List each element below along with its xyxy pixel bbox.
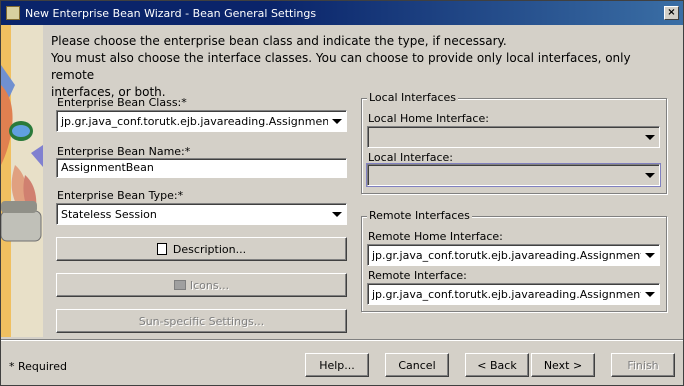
description-button-label: Description... [172, 242, 247, 256]
required-note: * Required [9, 360, 67, 373]
sun-specific-settings-label: Sun-specific Settings... [138, 314, 265, 328]
finish-button[interactable]: Finish [611, 353, 675, 377]
description-button[interactable]: Description... [56, 237, 347, 261]
bean-class-combo[interactable]: jp.gr.java_conf.torutk.ejb.javareading.A… [56, 110, 347, 132]
remote-interface-label: Remote Interface: [368, 269, 467, 282]
close-button[interactable]: × [664, 6, 679, 20]
wizard-window: New Enterprise Bean Wizard - Bean Genera… [0, 0, 684, 386]
back-button[interactable]: < Back [465, 353, 529, 377]
cancel-button[interactable]: Cancel [385, 353, 449, 377]
chevron-down-icon[interactable] [641, 285, 659, 303]
remote-interface-combo[interactable]: jp.gr.java_conf.torutk.ejb.javareading.A… [367, 283, 660, 305]
bean-type-value: Stateless Session [61, 207, 157, 221]
bean-name-field[interactable]: AssignmentBean [56, 158, 347, 178]
instructions-text: Please choose the enterprise bean class … [51, 33, 671, 101]
instructions-line-2: You must also choose the interface class… [51, 51, 631, 82]
back-button-label: < Back [477, 358, 517, 372]
app-icon [6, 6, 20, 20]
remote-interfaces-legend: Remote Interfaces [367, 209, 472, 222]
chevron-down-icon[interactable] [641, 166, 659, 184]
local-interfaces-legend: Local Interfaces [367, 91, 458, 104]
local-home-interface-combo[interactable] [367, 126, 660, 148]
bean-type-combo[interactable]: Stateless Session [56, 203, 347, 225]
remote-home-interface-value: jp.gr.java_conf.torutk.ejb.javareading.A… [372, 248, 641, 262]
local-interface-combo[interactable] [366, 163, 661, 187]
folder-icon [173, 280, 186, 290]
remote-home-interface-label: Remote Home Interface: [368, 230, 503, 243]
icons-button-label: Icons... [189, 278, 230, 292]
document-icon [156, 243, 167, 255]
wizard-illustration [1, 25, 43, 337]
footer-divider [1, 339, 683, 341]
bean-name-label: Enterprise Bean Name:* [57, 145, 191, 158]
local-interface-label: Local Interface: [368, 151, 453, 164]
finish-button-label: Finish [627, 358, 659, 372]
bean-class-value: jp.gr.java_conf.torutk.ejb.javareading.A… [61, 114, 328, 128]
help-button[interactable]: Help... [305, 353, 369, 377]
bean-class-label: Enterprise Bean Class:* [57, 96, 187, 109]
next-button-label: Next > [543, 358, 583, 372]
remote-interface-value: jp.gr.java_conf.torutk.ejb.javareading.A… [372, 287, 641, 301]
remote-home-interface-combo[interactable]: jp.gr.java_conf.torutk.ejb.javareading.A… [367, 244, 660, 266]
title-bar: New Enterprise Bean Wizard - Bean Genera… [1, 1, 683, 25]
help-button-label: Help... [319, 358, 355, 372]
cancel-button-label: Cancel [398, 358, 436, 372]
wizard-side-graphic [1, 25, 43, 337]
icons-button[interactable]: Icons... [56, 273, 347, 297]
sun-specific-settings-button[interactable]: Sun-specific Settings... [56, 309, 347, 333]
next-button[interactable]: Next > [531, 353, 595, 377]
local-home-interface-label: Local Home Interface: [368, 112, 489, 125]
chevron-down-icon[interactable] [641, 128, 659, 146]
bean-type-label: Enterprise Bean Type:* [57, 189, 184, 202]
window-title: New Enterprise Bean Wizard - Bean Genera… [25, 6, 317, 20]
chevron-down-icon[interactable] [328, 205, 346, 223]
chevron-down-icon[interactable] [328, 112, 346, 130]
chevron-down-icon[interactable] [641, 246, 659, 264]
instructions-line-1: Please choose the enterprise bean class … [51, 34, 507, 48]
